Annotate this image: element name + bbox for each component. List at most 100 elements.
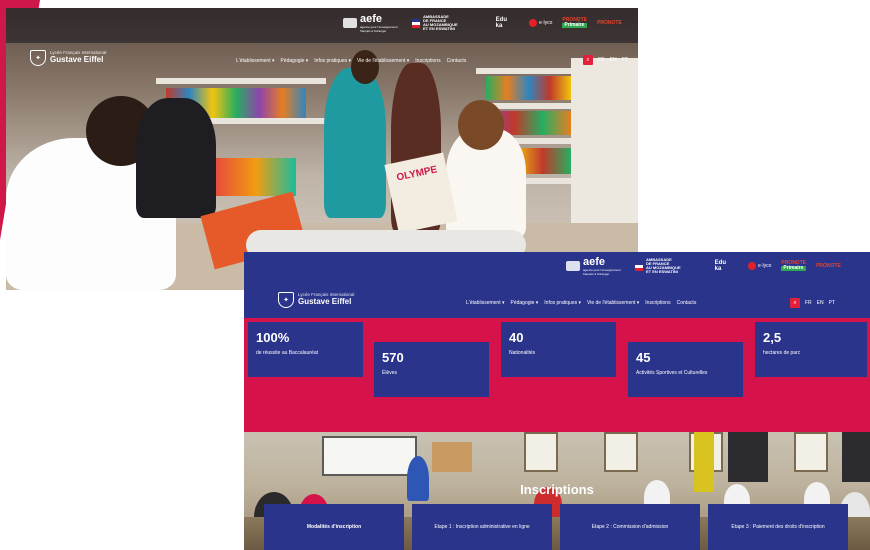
stats-screenshot: aefe agence pour l'enseignement français … [244, 252, 870, 550]
pronote-logo[interactable]: PRONOTE [816, 263, 841, 269]
logo-subtitle: Lycée Français International [298, 292, 355, 298]
stat-hectares: 2,5 hectares de parc [755, 322, 867, 377]
site-logo[interactable]: ✦ Lycée Français International Gustave E… [278, 292, 354, 308]
elyco-name: e·lyco [539, 20, 553, 26]
student-black-shirt [136, 98, 216, 218]
ambassade-line: ET EN ESWATINI [423, 26, 455, 32]
nav-vie-etablissement[interactable]: Vie de l'établissement ▾ [357, 58, 409, 64]
pronote-label: PRONOTE [597, 20, 622, 26]
stat-label: Activités Sportives et Culturelles [636, 370, 708, 376]
curtain [728, 432, 768, 482]
card-etape-1[interactable]: Etape 1 : Inscription administrative en … [412, 504, 552, 550]
nav-contacts[interactable]: Contacts [677, 300, 697, 306]
nav-infos-pratiques[interactable]: Infos pratiques ▾ [314, 58, 351, 64]
ambassade-logo[interactable]: AMBASSADE DE FRANCE AU MOZAMBIQUE ET EN … [635, 257, 681, 275]
aefe-subtitle: agence pour l'enseignement français à l'… [360, 25, 398, 33]
student-head [458, 100, 504, 150]
partner-logos: aefe agence pour l'enseignement français … [566, 256, 841, 276]
eduka-line: ka [714, 266, 722, 272]
lang-pt[interactable]: PT [622, 57, 628, 63]
whiteboard [322, 436, 417, 476]
site-header: aefe agence pour l'enseignement français … [244, 252, 870, 318]
student-head [351, 50, 379, 84]
lang-en[interactable]: EN [817, 300, 824, 306]
language-switcher: ⌕ FR EN PT [583, 55, 628, 65]
primaire-label: Primaire [562, 23, 588, 28]
stat-nationalites: 40 Nationalités [501, 322, 616, 377]
books [486, 76, 571, 100]
nav-vie-etablissement[interactable]: Vie de l'établissement ▾ [587, 300, 639, 306]
nav-inscriptions[interactable]: Inscriptions [645, 300, 670, 306]
french-flag-icon [412, 18, 420, 28]
main-nav: L'établissement ▾ Pédagogie ▾ Infos prat… [466, 300, 696, 306]
globe-icon [343, 18, 357, 28]
stat-value: 45 [636, 350, 651, 365]
stat-label: hectares de parc [763, 350, 801, 356]
aefe-name: aefe [583, 256, 606, 268]
logo-name: Gustave Eiffel [50, 55, 104, 65]
stat-reussite: 100% de réussite au Baccalauréat [248, 322, 363, 377]
inscription-steps: Modalités d'inscription Etape 1 : Inscri… [264, 504, 848, 550]
french-flag-icon [635, 261, 643, 271]
elyco-icon [748, 262, 757, 270]
pronote-logo[interactable]: PRONOTE [597, 20, 622, 26]
language-switcher: ⌕ FR EN PT [790, 298, 835, 308]
partner-logos: aefe agence pour l'enseignement français … [343, 13, 622, 33]
pronote-label: PRONOTE [816, 263, 841, 269]
ambassade-logo[interactable]: AMBASSADE DE FRANCE AU MOZAMBIQUE ET EN … [412, 14, 458, 32]
elyco-logo[interactable]: e·lyco [529, 19, 552, 27]
elyco-name: e·lyco [758, 263, 772, 269]
stat-value: 40 [509, 330, 524, 345]
search-icon[interactable]: ⌕ [583, 55, 593, 65]
primaire-label: Primaire [781, 266, 807, 271]
elyco-logo[interactable]: e·lyco [748, 262, 771, 270]
card-modalites[interactable]: Modalités d'inscription [264, 504, 404, 550]
card-etape-3[interactable]: Etape 3 : Paiement des droits d'inscript… [708, 504, 848, 550]
nav-etablissement[interactable]: L'établissement ▾ [236, 58, 274, 64]
crest-icon: ✦ [278, 292, 294, 308]
nav-pedagogie[interactable]: Pédagogie ▾ [280, 58, 308, 64]
window [794, 432, 828, 472]
eduka-logo[interactable]: Edu ka [496, 17, 507, 29]
stat-label: de réussite au Baccalauréat [256, 350, 318, 356]
inscriptions-title: Inscriptions [520, 482, 594, 497]
aefe-subtitle: agence pour l'enseignement français à l'… [583, 268, 621, 276]
nav-infos-pratiques[interactable]: Infos pratiques ▾ [544, 300, 581, 306]
shelf [476, 68, 576, 74]
stat-value: 570 [382, 350, 404, 365]
window [524, 432, 558, 472]
logo-subtitle: Lycée Français International [50, 50, 107, 56]
stat-activites: 45 Activités Sportives et Culturelles [628, 342, 743, 397]
logo-name: Gustave Eiffel [298, 297, 352, 307]
nav-contacts[interactable]: Contacts [447, 58, 467, 64]
shelf [156, 78, 326, 84]
site-logo[interactable]: ✦ Lycée Français International Gustave E… [30, 50, 106, 66]
pronote-primaire-logo[interactable]: PRONOTE Primaire [562, 18, 588, 28]
nav-inscriptions[interactable]: Inscriptions [415, 58, 440, 64]
pronote-primaire-logo[interactable]: PRONOTE Primaire [781, 261, 807, 271]
stat-eleves: 570 Élèves [374, 342, 489, 397]
stat-value: 2,5 [763, 330, 782, 345]
card-etape-2[interactable]: Etape 2 : Commission d'admission [560, 504, 700, 550]
eduka-line: ka [495, 23, 503, 29]
eduka-logo[interactable]: Edu ka [715, 260, 726, 272]
window [604, 432, 638, 472]
library-hero-screenshot: OLYMPE aefe agence pour l'enseignement fr… [6, 8, 638, 290]
lang-pt[interactable]: PT [829, 300, 835, 306]
lang-fr[interactable]: FR [598, 57, 605, 63]
nav-etablissement[interactable]: L'établissement ▾ [466, 300, 504, 306]
aefe-logo[interactable]: aefe agence pour l'enseignement français … [566, 256, 625, 276]
aefe-name: aefe [360, 13, 383, 25]
curtain [842, 432, 870, 482]
elyco-icon [529, 19, 538, 27]
lang-fr[interactable]: FR [805, 300, 812, 306]
nav-pedagogie[interactable]: Pédagogie ▾ [510, 300, 538, 306]
search-icon[interactable]: ⌕ [790, 298, 800, 308]
noticeboard [432, 442, 472, 472]
stat-label: Élèves [382, 370, 398, 376]
main-nav: L'établissement ▾ Pédagogie ▾ Infos prat… [236, 58, 466, 64]
aefe-logo[interactable]: aefe agence pour l'enseignement français … [343, 13, 402, 33]
ambassade-line: ET EN ESWATINI [646, 269, 678, 275]
stat-label: Nationalités [509, 350, 536, 356]
lang-en[interactable]: EN [610, 57, 617, 63]
